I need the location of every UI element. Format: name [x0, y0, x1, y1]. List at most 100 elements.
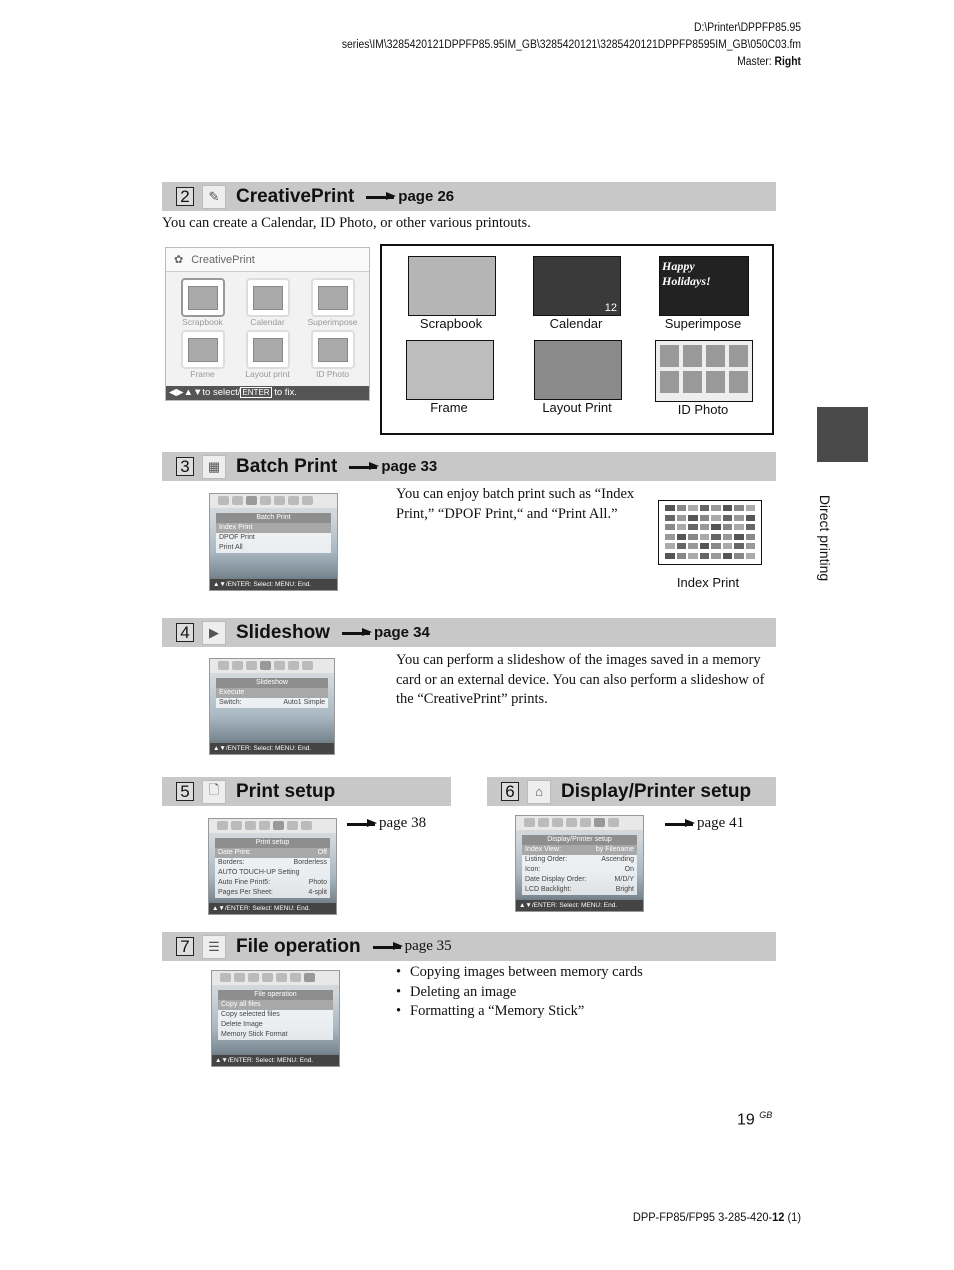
lcd-menu-item[interactable]: Index View: by Filename	[522, 845, 637, 855]
lcd-tab-icon	[288, 496, 299, 505]
lcd-tab-icon	[245, 821, 256, 830]
page-reference[interactable]: page 26	[398, 188, 454, 205]
menu-item-label: ID Photo	[315, 369, 350, 379]
index-thumbnail	[699, 514, 709, 521]
section-creativeprint-header: 2 ✎ CreativePrint page 26	[162, 182, 776, 211]
id-photo	[706, 371, 725, 393]
arrow-icon	[347, 819, 377, 827]
index-thumbnail	[699, 543, 709, 549]
arrow-icon	[349, 462, 380, 470]
page-reference[interactable]: page 35	[405, 938, 452, 955]
index-thumbnail	[722, 524, 732, 530]
lcd-item-label: Date Display Order:	[525, 876, 587, 883]
lcd-tab-icon	[290, 973, 301, 982]
section-printsetup-header: 5 🗋 Print setup	[162, 777, 451, 806]
displaysetup-screen: Display/Printer setup Index View: by Filen…	[515, 815, 644, 912]
section-number: 2	[176, 187, 194, 206]
lcd-menu-item[interactable]: Execute	[216, 688, 328, 698]
index-thumbnail	[711, 543, 721, 549]
index-thumbnail	[688, 552, 698, 559]
arrow-icon	[366, 192, 397, 200]
feature-list: • Copying images between memory cards • Del…	[396, 963, 643, 1022]
sample-image	[655, 340, 753, 402]
lcd-menu-item[interactable]: Borders: Borderless	[215, 858, 330, 868]
lcd-tab-icon	[608, 818, 619, 827]
index-thumbnail	[665, 543, 675, 549]
lcd-menu-item[interactable]: Icon: On	[522, 865, 637, 875]
id-photo	[706, 345, 725, 367]
menu-item-icon	[310, 330, 355, 369]
section-title: Display/Printer setup	[561, 780, 752, 802]
lcd-item-label: Delete Image	[221, 1021, 263, 1028]
lcd-menu-item[interactable]: Switch: Auto1 Simple	[216, 698, 328, 708]
lcd-menu-item[interactable]: Print All	[216, 543, 331, 553]
lcd-tab-bar	[516, 816, 643, 830]
creativeprint-screen: ✿ CreativePrint Scrapbook Calendar Superim…	[165, 247, 370, 401]
page-reference[interactable]: page 33	[381, 458, 437, 475]
lcd-menu-item[interactable]: Memory Stick Format	[218, 1030, 333, 1040]
menu-item-label: Frame	[190, 369, 215, 379]
menu-item-icon	[310, 278, 355, 317]
lcd-menu: Slideshow Execute Switch: Auto1 Simple	[216, 678, 328, 708]
creativeprint-menu-item[interactable]: Superimpose	[300, 278, 365, 328]
lcd-menu-item[interactable]: Listing Order: Ascending	[522, 855, 637, 865]
lcd-item-value: On	[624, 866, 634, 873]
lcd-menu-title: Print setup	[215, 838, 330, 848]
page-reference-row: page 38	[335, 815, 426, 832]
lcd-menu-item[interactable]: Index Print	[216, 523, 331, 533]
batch-print-icon: ▦	[202, 454, 226, 479]
lcd-menu-item[interactable]: DPOF Print	[216, 533, 331, 543]
lcd-menu-item[interactable]: AUTO TOUCH-UP Setting	[215, 868, 330, 878]
index-print-caption: Index Print	[676, 575, 740, 590]
creativeprint-menu-item[interactable]: Scrapbook	[170, 278, 235, 328]
lcd-tab-icon	[217, 821, 228, 830]
lcd-tab-icon	[273, 821, 284, 830]
lcd-item-label: Copy all files	[221, 1001, 261, 1008]
index-thumbnail	[722, 543, 732, 549]
index-thumbnail	[665, 533, 675, 540]
section-title: Batch Print	[236, 455, 338, 477]
lcd-menu-item[interactable]: Delete Image	[218, 1020, 333, 1030]
page-reference[interactable]: page 34	[374, 624, 430, 641]
lcd-menu-item[interactable]: Pages Per Sheet: 4-split	[215, 888, 330, 898]
section-title: CreativePrint	[236, 185, 355, 207]
lcd-item-label: Index View:	[525, 846, 562, 853]
section-number: 7	[176, 937, 194, 956]
creativeprint-menu-item[interactable]: ID Photo	[300, 330, 365, 380]
index-print-sample	[658, 500, 762, 565]
page-reference[interactable]: page 41	[697, 815, 744, 832]
page-reference[interactable]: page 38	[379, 815, 426, 832]
id-photo	[683, 345, 702, 367]
section-number: 4	[176, 623, 194, 642]
creativeprint-menu-item[interactable]: Layout print	[235, 330, 300, 380]
index-thumbnail	[688, 505, 698, 511]
lcd-menu-item[interactable]: Date Print: Off	[215, 848, 330, 858]
section-description: You can perform a slideshow of the image…	[396, 652, 765, 707]
creativeprint-menu-item[interactable]: Calendar	[235, 278, 300, 328]
lcd-menu-item[interactable]: LCD Backlight: Bright	[522, 885, 637, 895]
lcd-menu-item[interactable]: Date Display Order: M/D/Y	[522, 875, 637, 885]
lcd-item-value: M/D/Y	[614, 876, 634, 883]
side-tab-label: Direct printing	[817, 494, 833, 582]
index-thumbnail	[699, 533, 709, 540]
index-thumbnail	[745, 524, 755, 530]
index-thumbnail	[699, 524, 709, 530]
lcd-tab-icon	[594, 818, 605, 827]
index-thumbnail	[745, 514, 755, 521]
index-thumbnail	[676, 505, 686, 511]
section-number: 5	[176, 782, 194, 801]
lcd-menu-item[interactable]: Copy selected files	[218, 1010, 333, 1020]
index-thumbnail	[722, 552, 732, 559]
id-photo-grid	[656, 341, 752, 397]
id-photo	[729, 371, 748, 393]
index-thumbnail	[665, 514, 675, 521]
lcd-tab-icon	[538, 818, 549, 827]
menu-item-label: Superimpose	[307, 317, 358, 327]
lcd-menu-item[interactable]: Auto Fine Print5: Photo	[215, 878, 330, 888]
creativeprint-menu-item[interactable]: Frame	[170, 330, 235, 380]
lcd-menu-item[interactable]: Copy all files	[218, 1000, 333, 1010]
side-tab-marker	[817, 407, 868, 462]
menu-item-label: Layout print	[245, 369, 290, 379]
screen-title: CreativePrint	[191, 253, 255, 266]
feature-text: Copying images between memory cards	[410, 964, 643, 980]
